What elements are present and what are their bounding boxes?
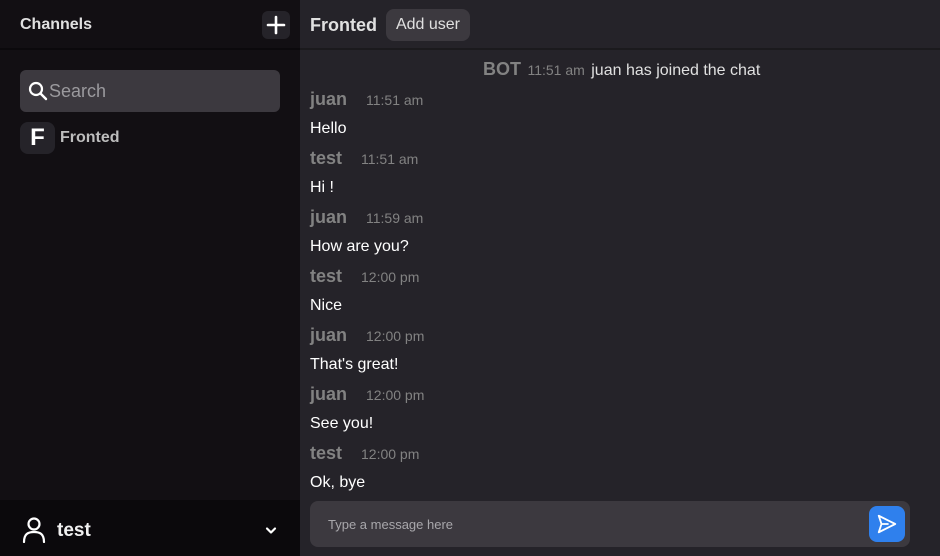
search-icon (28, 81, 48, 101)
channel-avatar: F (20, 122, 55, 154)
add-channel-button[interactable] (262, 11, 290, 39)
channel-item-fronted[interactable]: F Fronted (20, 122, 280, 154)
message-text: Ok, bye (310, 474, 366, 491)
message-text: That's great! (310, 356, 399, 373)
message-time: 12:00 pm (361, 269, 420, 285)
message-author: juan (310, 89, 348, 109)
sidebar-header: Channels (0, 0, 300, 50)
message-time: 11:51 am (361, 151, 419, 167)
message-input[interactable] (328, 501, 858, 547)
sidebar-title: Channels (20, 16, 93, 33)
bot-time: 11:51 am (527, 62, 585, 78)
message-text: Nice (310, 297, 343, 314)
bot-message: BOT 11:51 am juan has joined the chat (483, 59, 760, 80)
send-button[interactable] (869, 506, 905, 542)
message-author: juan (310, 207, 348, 227)
channel-name: Fronted (60, 129, 120, 146)
message-text: Hello (310, 120, 347, 137)
message-composer (310, 501, 910, 547)
send-icon (877, 514, 897, 534)
current-user-name: test (57, 520, 91, 541)
message-text: How are you? (310, 238, 409, 255)
message-time: 11:51 am (366, 92, 424, 108)
search-box[interactable] (20, 70, 280, 112)
message-author: test (310, 266, 343, 286)
message-author: juan (310, 384, 348, 404)
message-author: test (310, 443, 343, 463)
sidebar: Channels F Fronted test (0, 0, 300, 556)
message-author: test (310, 148, 343, 168)
bot-text: juan has joined the chat (591, 62, 761, 79)
message-text: See you! (310, 415, 374, 432)
plus-icon (266, 15, 286, 35)
message-author: juan (310, 325, 348, 345)
chat-header: Fronted Add user (300, 0, 940, 50)
add-user-button[interactable]: Add user (386, 9, 470, 41)
chat-app: Channels F Fronted test (0, 0, 940, 556)
message-time: 12:00 pm (366, 328, 425, 344)
message-time: 12:00 pm (361, 446, 420, 462)
message-text: Hi ! (310, 179, 334, 196)
user-footer: test (0, 500, 300, 556)
bot-author: BOT (483, 59, 521, 79)
chevron-down-icon[interactable] (264, 525, 278, 537)
message-time: 11:59 am (366, 210, 424, 226)
message-time: 12:00 pm (366, 387, 425, 403)
user-icon (22, 517, 46, 543)
chat-main: Fronted Add user BOT 11:51 am juan has j… (300, 0, 940, 556)
channel-title: Fronted (310, 15, 377, 35)
search-input[interactable] (49, 70, 274, 112)
